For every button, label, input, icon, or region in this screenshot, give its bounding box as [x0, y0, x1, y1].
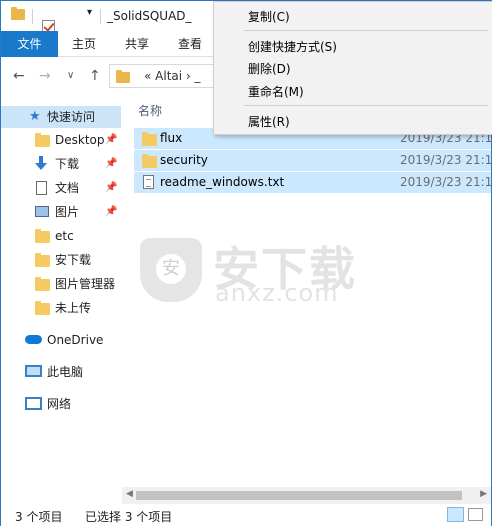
folder-icon: [142, 132, 157, 146]
file-date: 2019/3/23 21:14: [400, 153, 492, 167]
sidebar-item-onedrive[interactable]: OneDrive: [1, 329, 121, 351]
sidebar-item-label: Desktop: [55, 133, 105, 147]
list-item[interactable]: security 2019/3/23 21:14: [134, 150, 492, 171]
folder-icon: [35, 133, 50, 147]
watermark-url: anxz.com: [215, 279, 339, 307]
star-icon: ★: [29, 109, 41, 124]
sidebar-item-desktop[interactable]: Desktop 📌: [1, 129, 121, 151]
folder-icon: [35, 253, 50, 267]
pin-icon[interactable]: 📌: [105, 177, 117, 199]
sidebar-item-label: 安下载: [55, 253, 92, 267]
sidebar-item-label: 下载: [55, 157, 80, 171]
menu-divider: [244, 105, 488, 106]
pin-icon[interactable]: 📌: [105, 129, 117, 151]
customize-toolbar-chevron-icon[interactable]: ▾: [87, 7, 92, 18]
menu-item-properties[interactable]: 属性(R): [248, 113, 290, 130]
status-bar: 3 个项目 已选择 3 个项目: [1, 504, 491, 526]
forward-arrow-icon[interactable]: →: [39, 68, 51, 84]
watermark-shield-glyph: 安: [156, 254, 186, 284]
pin-icon[interactable]: 📌: [105, 153, 117, 175]
folder-icon: [116, 70, 130, 83]
divider: [100, 9, 101, 24]
download-icon: [35, 156, 47, 171]
scroll-right-icon[interactable]: ▶: [480, 489, 487, 499]
address-bar[interactable]: « Altai › _: [109, 64, 219, 88]
folder-icon: [142, 154, 157, 168]
sidebar-item-network[interactable]: 网络: [1, 393, 121, 415]
context-menu: 复制(C) 创建快捷方式(S) 删除(D) 重命名(M) 属性(R): [213, 1, 492, 135]
path-overflow[interactable]: «: [144, 69, 151, 83]
address-path: « Altai › _: [144, 69, 201, 83]
back-arrow-icon[interactable]: ←: [13, 68, 25, 84]
watermark-shield-icon: 安: [140, 238, 202, 302]
path-segment[interactable]: Altai: [155, 69, 182, 83]
tab-share[interactable]: 共享: [125, 31, 149, 57]
folder-icon: [11, 7, 25, 20]
scroll-left-icon[interactable]: ◀: [126, 489, 133, 499]
menu-divider: [244, 30, 488, 31]
document-icon: [36, 181, 47, 195]
horizontal-scrollbar[interactable]: ◀ ▶: [122, 487, 491, 504]
sidebar-item-pictures[interactable]: 图片 📌: [1, 201, 121, 223]
cloud-icon: [25, 335, 42, 344]
file-date: 2019/3/23 21:17: [400, 175, 492, 189]
computer-icon: [25, 365, 42, 377]
tab-home[interactable]: 主页: [72, 31, 96, 57]
network-icon: [25, 397, 42, 410]
sidebar-item-downloads[interactable]: 下载 📌: [1, 153, 121, 175]
sidebar-item-label: 此电脑: [47, 365, 84, 379]
path-separator: › _: [185, 69, 201, 83]
pin-icon[interactable]: 📌: [105, 201, 117, 223]
sidebar-item-this-pc[interactable]: 此电脑: [1, 361, 121, 383]
selected-count: 已选择 3 个项目: [85, 510, 173, 524]
item-count: 3 个项目: [15, 510, 63, 524]
menu-item-rename[interactable]: 重命名(M): [248, 83, 304, 100]
sidebar-item-label: 图片管理器: [55, 277, 116, 291]
tab-file[interactable]: 文件: [1, 31, 58, 57]
sidebar-item-quick-access[interactable]: ★ 快速访问: [1, 106, 121, 128]
explorer-window: ▾ _SolidSQUAD_ 文件 主页 共享 查看 ← → ∨ ↑ « Alt…: [0, 0, 492, 526]
menu-item-create-shortcut[interactable]: 创建快捷方式(S): [248, 38, 337, 55]
text-file-icon: [143, 175, 154, 189]
divider: [32, 9, 33, 24]
sidebar-item-documents[interactable]: 文档 📌: [1, 177, 121, 199]
folder-icon: [35, 229, 50, 243]
sidebar-item-label: etc: [55, 229, 74, 243]
sidebar-item-not-uploaded[interactable]: 未上传: [1, 297, 121, 319]
large-icons-view-icon[interactable]: [468, 508, 483, 521]
details-view-icon[interactable]: [447, 507, 464, 522]
sidebar-item-label: 文档: [55, 181, 80, 195]
folder-icon: [35, 277, 50, 291]
recent-locations-chevron-icon[interactable]: ∨: [67, 70, 74, 81]
sidebar-item-label: 图片: [55, 205, 80, 219]
sidebar-item-etc[interactable]: etc: [1, 225, 121, 247]
folder-icon: [35, 301, 50, 315]
menu-item-copy[interactable]: 复制(C): [248, 8, 290, 25]
sidebar-item-picture-manager[interactable]: 图片管理器: [1, 273, 121, 295]
file-name: flux: [160, 131, 183, 145]
file-name: readme_windows.txt: [160, 175, 285, 189]
picture-icon: [35, 206, 49, 217]
list-item[interactable]: readme_windows.txt 2019/3/23 21:17: [134, 172, 492, 193]
tab-view[interactable]: 查看: [178, 31, 202, 57]
file-name: security: [160, 153, 208, 167]
sidebar-item-label: 网络: [47, 397, 72, 411]
up-arrow-icon[interactable]: ↑: [89, 68, 101, 84]
sidebar-item-anxiazai[interactable]: 安下载: [1, 249, 121, 271]
sidebar-item-label: OneDrive: [47, 333, 104, 347]
column-header-name[interactable]: 名称: [138, 102, 162, 119]
sidebar-item-label: 快速访问: [47, 110, 96, 124]
sidebar-item-label: 未上传: [55, 301, 92, 315]
window-title: _SolidSQUAD_: [107, 9, 192, 23]
scrollbar-thumb[interactable]: [136, 491, 462, 500]
navigation-pane: ★ 快速访问 Desktop 📌 下载 📌 文档 📌 图片 📌 etc 安下载 …: [1, 94, 121, 504]
menu-item-delete[interactable]: 删除(D): [248, 60, 291, 77]
